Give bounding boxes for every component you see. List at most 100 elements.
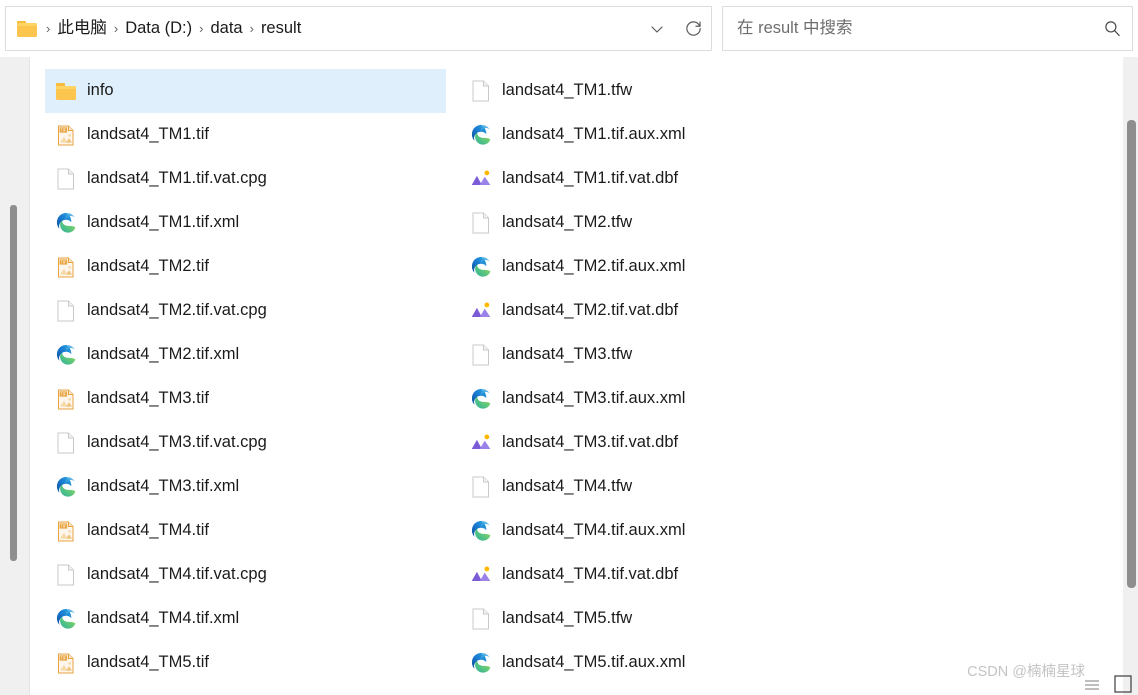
large-icons-view-icon[interactable]: [1110, 671, 1136, 695]
file-name-label: landsat4_TM1.tfw: [502, 81, 633, 100]
dbf-photos-icon: [470, 299, 492, 323]
breadcrumb-item[interactable]: result: [257, 16, 305, 42]
vertical-scrollbar-thumb[interactable]: [1127, 120, 1136, 588]
vertical-scrollbar[interactable]: [1123, 57, 1138, 695]
tif-image-icon: TIF: [55, 255, 77, 279]
file-list-item[interactable]: landsat4_TM1.tfw: [460, 69, 861, 113]
file-list-column: landsat4_TM1.tfw landsat4_TM1.tif.aux.xml…: [460, 69, 861, 685]
file-name-label: landsat4_TM5.tif: [87, 653, 209, 672]
blank-document-icon: [55, 563, 77, 587]
file-list-item[interactable]: landsat4_TM4.tif.vat.cpg: [45, 553, 446, 597]
file-list-item[interactable]: TIF landsat4_TM5.tif: [45, 641, 446, 685]
file-name-label: landsat4_TM1.tif.vat.cpg: [87, 169, 267, 188]
file-list-item[interactable]: landsat4_TM5.tif.aux.xml: [460, 641, 861, 685]
file-list-item[interactable]: landsat4_TM5.tfw: [460, 597, 861, 641]
file-list-item[interactable]: TIF landsat4_TM2.tif: [45, 245, 446, 289]
breadcrumb-item[interactable]: 此电脑: [53, 16, 111, 42]
file-name-label: landsat4_TM5.tif.aux.xml: [502, 653, 686, 672]
file-name-label: landsat4_TM4.tif: [87, 521, 209, 540]
blank-document-icon: [470, 79, 492, 103]
file-list-item[interactable]: landsat4_TM2.tif.vat.cpg: [45, 289, 446, 333]
file-name-label: landsat4_TM4.tif.aux.xml: [502, 521, 686, 540]
file-name-label: landsat4_TM3.tif.vat.dbf: [502, 433, 679, 452]
file-list-item[interactable]: landsat4_TM3.tif.vat.cpg: [45, 421, 446, 465]
tif-image-icon: TIF: [55, 651, 77, 675]
breadcrumb-item[interactable]: data: [206, 16, 246, 42]
file-name-label: landsat4_TM2.tif: [87, 257, 209, 276]
edge-browser-icon: [55, 607, 77, 631]
file-list-item[interactable]: landsat4_TM1.tif.aux.xml: [460, 113, 861, 157]
file-name-label: landsat4_TM2.tif.vat.dbf: [502, 301, 679, 320]
file-list-item[interactable]: TIF landsat4_TM1.tif: [45, 113, 446, 157]
file-list-item[interactable]: landsat4_TM2.tif.xml: [45, 333, 446, 377]
file-list-item[interactable]: landsat4_TM1.tif.xml: [45, 201, 446, 245]
file-explorer-window: › 此电脑 › Data (D:) › data › result 在 resu…: [0, 0, 1138, 695]
navigation-pane-scrollbar-thumb[interactable]: [10, 205, 17, 561]
file-list-item[interactable]: landsat4_TM2.tfw: [460, 201, 861, 245]
edge-browser-icon: [55, 211, 77, 235]
blank-document-icon: [470, 211, 492, 235]
file-list-item[interactable]: TIF landsat4_TM4.tif: [45, 509, 446, 553]
search-input[interactable]: [735, 18, 1092, 39]
file-list-item[interactable]: landsat4_TM3.tif.aux.xml: [460, 377, 861, 421]
file-name-label: landsat4_TM2.tif.aux.xml: [502, 257, 686, 276]
tif-image-icon: TIF: [55, 387, 77, 411]
explorer-toolbar: › 此电脑 › Data (D:) › data › result: [0, 0, 1138, 57]
file-name-label: landsat4_TM4.tif.xml: [87, 609, 240, 628]
tif-image-icon: TIF: [55, 123, 77, 147]
breadcrumb-separator: ›: [249, 20, 254, 36]
edge-browser-icon: [55, 343, 77, 367]
edge-browser-icon: [470, 123, 492, 147]
view-mode-toggles: [1079, 671, 1136, 695]
file-list-item[interactable]: landsat4_TM1.tif.vat.dbf: [460, 157, 861, 201]
file-name-label: landsat4_TM2.tfw: [502, 213, 633, 232]
folder-icon: [55, 79, 77, 103]
file-name-label: landsat4_TM2.tif.xml: [87, 345, 240, 364]
nav-pane-item[interactable]: ≡: [0, 100, 12, 114]
chevron-down-icon[interactable]: [639, 7, 675, 50]
blank-document-icon: [470, 475, 492, 499]
blank-document-icon: [55, 431, 77, 455]
file-name-label: landsat4_TM4.tfw: [502, 477, 633, 496]
navigation-pane-clipped[interactable]: ≡ ◆ ◆: [0, 57, 30, 695]
file-list-item[interactable]: landsat4_TM2.tif.vat.dbf: [460, 289, 861, 333]
breadcrumb: › 此电脑 › Data (D:) › data › result: [43, 16, 639, 42]
file-list-item[interactable]: landsat4_TM1.tif.vat.cpg: [45, 157, 446, 201]
folder-icon: [17, 20, 38, 38]
blank-document-icon: [55, 167, 77, 191]
file-name-label: landsat4_TM1.tif.xml: [87, 213, 240, 232]
edge-browser-icon: [470, 651, 492, 675]
file-list-view[interactable]: info TIF landsat4_TM1.tif landsat4_TM1.tif.…: [31, 57, 1123, 695]
search-box[interactable]: [722, 6, 1133, 51]
details-view-icon[interactable]: [1079, 671, 1105, 695]
nav-pane-item[interactable]: ◆: [0, 617, 12, 631]
file-name-label: landsat4_TM1.tif.vat.dbf: [502, 169, 679, 188]
file-name-label: landsat4_TM3.tif.vat.cpg: [87, 433, 267, 452]
refresh-icon[interactable]: [675, 7, 711, 50]
file-list-item[interactable]: TIF landsat4_TM3.tif: [45, 377, 446, 421]
file-list-item[interactable]: landsat4_TM3.tif.xml: [45, 465, 446, 509]
file-list-item[interactable]: info: [45, 69, 446, 113]
watermark: CSDN @楠楠星球: [967, 664, 1085, 680]
svg-text:TIF: TIF: [60, 128, 67, 133]
edge-browser-icon: [55, 475, 77, 499]
file-name-label: landsat4_TM4.tif.vat.cpg: [87, 565, 267, 584]
breadcrumb-separator: ›: [113, 20, 119, 36]
file-list-item[interactable]: landsat4_TM4.tif.xml: [45, 597, 446, 641]
file-list-item[interactable]: landsat4_TM2.tif.aux.xml: [460, 245, 861, 289]
file-name-label: landsat4_TM3.tif: [87, 389, 209, 408]
file-list-item[interactable]: landsat4_TM4.tif.vat.dbf: [460, 553, 861, 597]
blank-document-icon: [470, 343, 492, 367]
file-list-item[interactable]: landsat4_TM3.tif.vat.dbf: [460, 421, 861, 465]
file-list-column: info TIF landsat4_TM1.tif landsat4_TM1.tif.…: [45, 69, 446, 685]
file-name-label: landsat4_TM1.tif: [87, 125, 209, 144]
file-list-item[interactable]: landsat4_TM4.tif.aux.xml: [460, 509, 861, 553]
address-bar[interactable]: › 此电脑 › Data (D:) › data › result: [5, 6, 712, 51]
svg-text:TIF: TIF: [60, 524, 67, 529]
file-list-item[interactable]: landsat4_TM3.tfw: [460, 333, 861, 377]
search-icon[interactable]: [1092, 7, 1132, 50]
file-list-item[interactable]: landsat4_TM4.tfw: [460, 465, 861, 509]
breadcrumb-item[interactable]: Data (D:): [121, 16, 196, 42]
file-name-label: landsat4_TM3.tfw: [502, 345, 633, 364]
file-name-label: landsat4_TM5.tfw: [502, 609, 633, 628]
